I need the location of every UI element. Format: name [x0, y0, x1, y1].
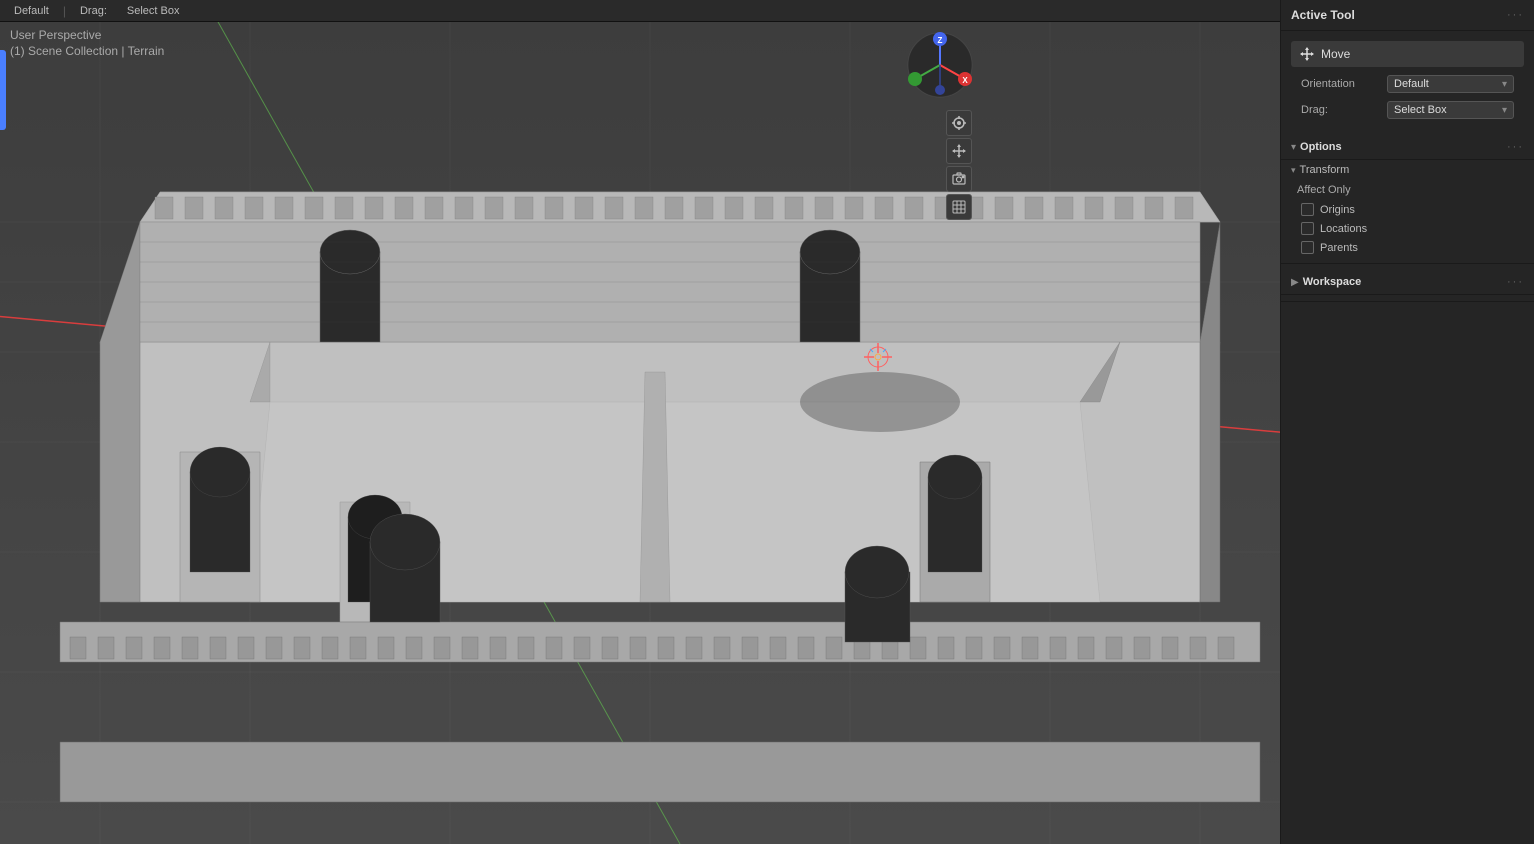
- svg-text:Z: Z: [938, 36, 943, 45]
- active-tool-title: Active Tool: [1291, 8, 1355, 22]
- active-tool-section: Move Orientation Default ▾ Drag: Select …: [1281, 31, 1534, 129]
- topbar-drag-label: Drag:: [74, 3, 113, 19]
- options-title: Options: [1300, 141, 1342, 153]
- locations-row: Locations: [1281, 219, 1534, 238]
- options-section: ▾ Options ··· ▾ Transform Affect Only Or…: [1281, 129, 1534, 264]
- workspace-menu-dots[interactable]: ···: [1507, 276, 1524, 288]
- orientation-label: Orientation: [1301, 78, 1381, 90]
- parents-label: Parents: [1320, 242, 1358, 254]
- drag-chevron: ▾: [1502, 105, 1507, 116]
- parents-checkbox[interactable]: [1301, 241, 1314, 254]
- tool-icons-panel: [946, 110, 972, 220]
- parents-row: Parents: [1281, 238, 1534, 257]
- transform-subsection-header[interactable]: ▾ Transform: [1281, 160, 1534, 180]
- move-arrow-icon: [1299, 46, 1315, 62]
- workspace-title: Workspace: [1303, 276, 1362, 288]
- grid-tool-icon[interactable]: [946, 194, 972, 220]
- affect-only-row: Affect Only: [1281, 180, 1534, 200]
- active-tool-menu-dots[interactable]: ···: [1507, 9, 1524, 21]
- drag-label: Drag:: [1301, 104, 1381, 116]
- svg-text:X: X: [962, 76, 968, 85]
- terrain-scene: [0, 22, 1280, 844]
- workspace-section: ▶ Workspace ···: [1281, 264, 1534, 302]
- transform-toggle-icon: ▾: [1291, 165, 1296, 176]
- move-label: Move: [1321, 47, 1350, 61]
- camera-tool-icon[interactable]: [946, 166, 972, 192]
- orientation-dropdown[interactable]: Default ▾: [1387, 75, 1514, 93]
- topbar-default[interactable]: Default: [8, 3, 55, 19]
- locations-checkbox[interactable]: [1301, 222, 1314, 235]
- left-panel-toggle[interactable]: [0, 50, 6, 130]
- drag-row: Drag: Select Box ▾: [1291, 97, 1524, 123]
- topbar-selectbox[interactable]: Select Box: [121, 3, 186, 19]
- orientation-gizmo[interactable]: Z X: [905, 30, 975, 100]
- workspace-header[interactable]: ▶ Workspace ···: [1281, 270, 1534, 295]
- origins-row: Origins: [1281, 200, 1534, 219]
- top-bar: Default | Drag: Select Box: [0, 0, 1280, 22]
- collection-label: (1) Scene Collection | Terrain: [10, 44, 164, 58]
- affect-only-label: Affect Only: [1297, 184, 1377, 196]
- move-tool-button[interactable]: Move: [1291, 41, 1524, 67]
- origins-checkbox[interactable]: [1301, 203, 1314, 216]
- drag-value: Select Box: [1394, 104, 1447, 116]
- select-tool-icon[interactable]: [946, 110, 972, 136]
- right-panel: Active Tool ··· Move Orientation De: [1280, 0, 1534, 844]
- transform-label: Transform: [1300, 164, 1350, 176]
- orientation-chevron: ▾: [1502, 79, 1507, 90]
- active-tool-header[interactable]: Active Tool ···: [1281, 0, 1534, 31]
- view-label: User Perspective: [10, 28, 101, 42]
- move-tool-icon[interactable]: [946, 138, 972, 164]
- orientation-row: Orientation Default ▾: [1291, 71, 1524, 97]
- orientation-value: Default: [1394, 78, 1429, 90]
- viewport[interactable]: Default | Drag: Select Box User Perspect…: [0, 0, 1280, 844]
- options-header[interactable]: ▾ Options ···: [1281, 135, 1534, 160]
- drag-dropdown[interactable]: Select Box ▾: [1387, 101, 1514, 119]
- origins-label: Origins: [1320, 204, 1355, 216]
- options-menu-dots[interactable]: ···: [1507, 141, 1524, 153]
- locations-label: Locations: [1320, 223, 1367, 235]
